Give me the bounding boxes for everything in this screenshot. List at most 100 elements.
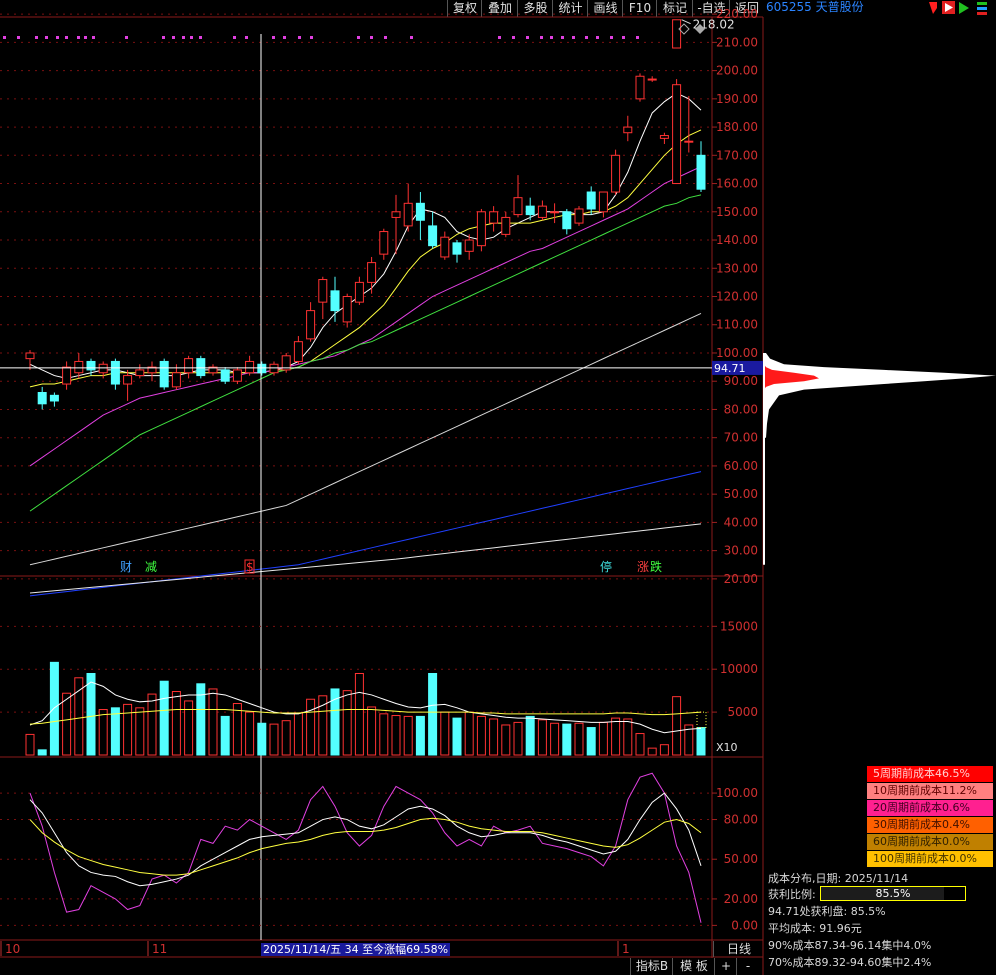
signal-dot <box>35 36 38 39</box>
price-tick-label: 210.00 <box>716 35 758 49</box>
volume-bar <box>147 693 157 756</box>
signal-dot <box>56 36 59 39</box>
bottom-tab-0[interactable]: 指标B <box>630 958 673 975</box>
candle-body <box>269 363 279 374</box>
bottom-tab-3[interactable]: - <box>736 958 759 975</box>
price-tick-label: 180.00 <box>716 120 758 134</box>
volume-bar <box>696 727 706 756</box>
candle-body <box>196 358 206 377</box>
signal-dot <box>357 36 360 39</box>
candle-body <box>135 369 145 377</box>
volume-bar <box>635 733 645 756</box>
price-tick-label: 120.00 <box>716 290 758 304</box>
cost-legend-row-5: 100周期前成本0.0% <box>867 851 993 867</box>
volume-bar <box>403 715 413 756</box>
candle-body <box>574 208 584 224</box>
candle-body <box>672 84 682 185</box>
price-tick-label: 90.00 <box>724 374 758 388</box>
price-tick-label: 20.00 <box>724 572 758 586</box>
cost-legend-row-2: 20周期前成本0.6% <box>867 800 993 816</box>
signal-dot <box>550 36 553 39</box>
candle-body <box>318 279 328 303</box>
volume-bar <box>415 715 425 756</box>
candle-body <box>428 225 438 247</box>
candle-body <box>598 191 608 213</box>
volume-bar <box>37 749 47 756</box>
volume-bar <box>245 711 255 756</box>
candle-body <box>245 360 255 374</box>
candle-body <box>415 202 425 221</box>
candle-body <box>611 154 621 193</box>
volume-unit: X10 <box>716 741 738 754</box>
current-price-tag: 94.71 <box>714 362 746 375</box>
event-mark-2: $ <box>246 560 254 574</box>
period-label[interactable]: 日线 <box>713 941 764 957</box>
volume-bar <box>562 723 572 756</box>
candle-body <box>684 140 694 143</box>
bottom-tab-1[interactable]: 模 板 <box>672 958 715 975</box>
price-tick-label: 200.00 <box>716 64 758 78</box>
signal-dot <box>233 36 236 39</box>
volume-bar <box>342 690 352 756</box>
volume-bar <box>489 718 499 756</box>
candle-body <box>293 341 303 362</box>
volume-bar <box>281 720 291 756</box>
ma-line-ma250 <box>29 523 702 594</box>
volume-current-box <box>696 711 707 729</box>
candle-body <box>354 281 364 303</box>
volume-bar <box>391 715 401 756</box>
candle-body <box>647 78 657 81</box>
candle-body <box>25 352 35 360</box>
signal-dot <box>310 36 313 39</box>
candle-body <box>74 360 84 374</box>
signal-dot <box>45 36 48 39</box>
indicator-tick-label: 50.00 <box>724 852 758 866</box>
volume-bar <box>464 711 474 756</box>
cost-legend-row-1: 10周期前成本11.2% <box>867 783 993 799</box>
volume-bar <box>513 721 523 756</box>
candle-body-high <box>672 19 682 49</box>
volume-tick-label: 15000 <box>720 619 758 633</box>
candle-body <box>86 360 96 371</box>
price-tick-label: 40.00 <box>724 515 758 529</box>
volume-tick-label: 10000 <box>720 662 758 676</box>
price-tick-label: 160.00 <box>716 177 758 191</box>
price-tick-label: 170.00 <box>716 148 758 162</box>
volume-bar <box>318 695 328 756</box>
signal-dot <box>596 36 599 39</box>
volume-bar <box>598 721 608 756</box>
cost-profile-white <box>764 352 996 438</box>
indicator-line-white <box>29 792 702 887</box>
candle-body <box>37 392 47 405</box>
volume-bar <box>232 703 242 756</box>
indicator-tick-label: 0.00 <box>731 918 758 932</box>
signal-dot <box>585 36 588 39</box>
candle-body <box>379 231 389 255</box>
signal-dot <box>190 36 193 39</box>
volume-bar <box>611 717 621 756</box>
signal-dot <box>298 36 301 39</box>
cost-date-line: 成本分布,日期: 2025/11/14 <box>768 872 909 885</box>
indicator-tick-label: 20.00 <box>724 892 758 906</box>
bottom-tab-2[interactable]: + <box>714 958 737 975</box>
candle-body <box>220 369 230 382</box>
volume-bar <box>574 722 584 756</box>
volume-bar <box>208 688 218 756</box>
price-tick-label: 190.00 <box>716 92 758 106</box>
signal-dot <box>384 36 387 39</box>
candle-body <box>501 216 511 235</box>
volume-bar <box>135 707 145 756</box>
volume-bar <box>62 692 72 756</box>
volume-bar <box>98 709 108 756</box>
candle-body <box>184 358 194 374</box>
profit-ratio-label: 获利比例: <box>768 888 816 901</box>
stock-chart[interactable]: 220.00210.00200.00190.00180.00170.00160.… <box>0 0 996 975</box>
event-mark-4: 涨 <box>637 559 649 574</box>
volume-bar <box>379 713 389 756</box>
volume-bar <box>293 712 303 756</box>
ma-line-ma120 <box>29 471 702 597</box>
volume-bar <box>171 691 181 756</box>
price-tick-label: 30.00 <box>724 544 758 558</box>
signal-dot <box>84 36 87 39</box>
volume-bar <box>159 680 169 756</box>
